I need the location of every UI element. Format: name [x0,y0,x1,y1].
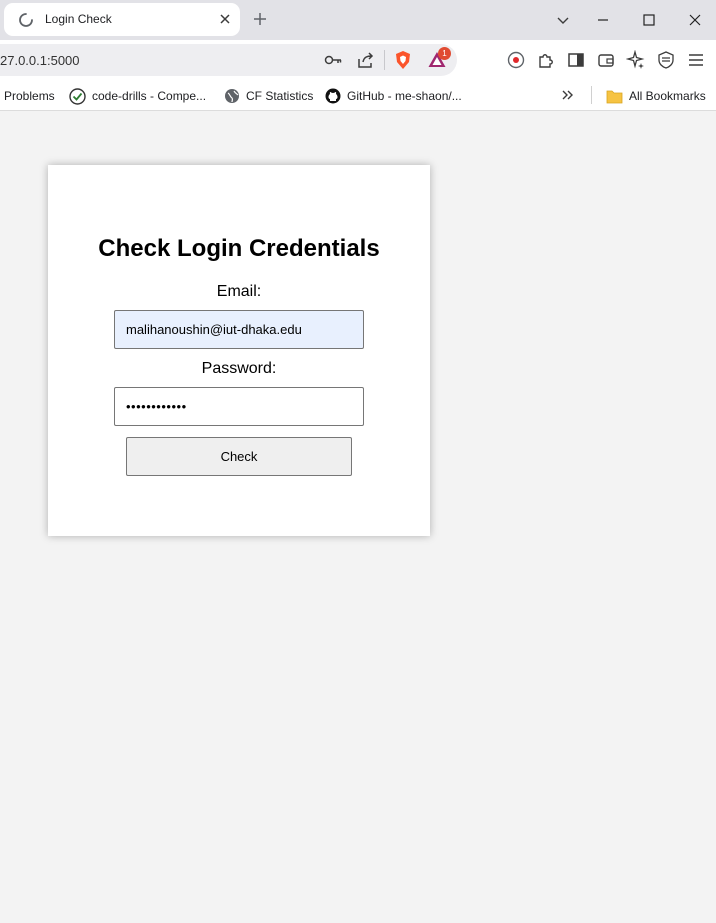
sidebar-icon[interactable] [566,50,586,70]
page-viewport: Check Login Credentials Email: Password:… [0,112,716,923]
extensions-icon[interactable] [536,50,556,70]
bookmark-label: Problems [4,89,55,103]
browser-window: Login Check 27.0.0.1:5000 1 Problems cod… [0,0,716,923]
toolbar-separator [384,50,385,70]
close-icon[interactable] [219,13,231,25]
password-label: Password: [201,360,277,377]
wallet-icon[interactable] [596,50,616,70]
bookmark-label: CF Statistics [246,89,314,103]
close-window-icon[interactable] [687,12,703,28]
email-field[interactable] [114,310,364,349]
all-bookmarks-label: All Bookmarks [629,89,706,103]
menu-icon[interactable] [686,50,706,70]
vpn-icon[interactable] [656,50,676,70]
bookmark-problems[interactable]: Problems [4,87,55,105]
loading-spinner-icon [19,13,33,27]
chevron-down-icon[interactable] [555,12,571,28]
bookmarks-bar: Problems code-drills - Compe... CF Stati… [0,80,716,111]
address-bar[interactable]: 27.0.0.1:5000 [0,44,457,76]
tab-title: Login Check [45,12,112,26]
rewards-badge: 1 [438,47,451,60]
record-icon[interactable] [506,50,526,70]
github-icon [325,88,341,104]
bookmark-code-drills[interactable]: code-drills - Compe... [69,87,206,105]
bookmark-github[interactable]: GitHub - me-shaon/... [325,87,462,105]
bookmark-cf-statistics[interactable]: CF Statistics [224,87,313,105]
page-title: Check Login Credentials [98,235,380,262]
double-chevron-icon[interactable] [561,88,575,102]
globe-icon [225,89,239,103]
key-icon[interactable] [323,50,343,70]
checkmark-circle-icon [69,87,86,105]
check-button[interactable]: Check [126,437,352,476]
address-url[interactable]: 27.0.0.1:5000 [0,53,80,68]
bookmark-label: code-drills - Compe... [92,89,207,103]
tab-strip: Login Check [0,0,716,40]
brave-shield-icon[interactable] [393,50,413,70]
all-bookmarks-button[interactable]: All Bookmarks [606,87,706,105]
leo-ai-icon[interactable] [626,50,646,70]
folder-icon [606,90,623,103]
minimize-icon[interactable] [595,12,611,28]
bookmarks-separator [591,86,592,104]
maximize-icon[interactable] [641,12,657,28]
share-icon[interactable] [356,50,376,70]
email-label: Email: [216,283,262,300]
bookmark-label: GitHub - me-shaon/... [347,89,462,103]
toolbar: 27.0.0.1:5000 1 [0,40,716,80]
plus-icon[interactable] [252,11,268,27]
tab-login-check[interactable]: Login Check [4,3,240,36]
login-card: Check Login Credentials Email: Password:… [48,165,430,536]
password-field[interactable] [114,387,364,426]
